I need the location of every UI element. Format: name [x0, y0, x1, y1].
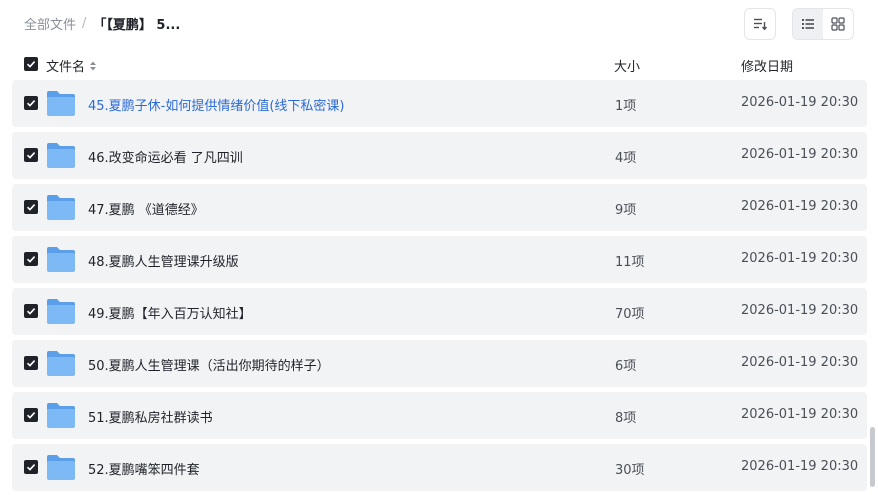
sort-button[interactable]	[744, 8, 776, 40]
row-checkbox[interactable]	[24, 252, 38, 266]
file-row[interactable]: 47.夏鹏 《道德经》 9项 2026-01-19 20:30	[12, 184, 867, 231]
folder-icon	[47, 351, 75, 376]
file-size: 8项	[615, 411, 637, 426]
file-modified-date: 2026-01-19 20:30	[741, 147, 859, 162]
sort-icon	[754, 18, 768, 31]
file-name[interactable]: 51.夏鹏私房社群读书	[88, 407, 213, 426]
file-name[interactable]: 46.改变命运必看 了凡四训	[88, 147, 243, 166]
list-view-button[interactable]	[793, 9, 823, 39]
file-modified-date: 2026-01-19 20:30	[741, 251, 859, 266]
checkmark-icon	[26, 61, 36, 68]
folder-icon	[47, 143, 75, 168]
row-checkbox[interactable]	[24, 356, 38, 370]
file-name[interactable]: 52.夏鹏嘴笨四件套	[88, 459, 200, 478]
file-row[interactable]: 45.夏鹏子休-如何提供情绪价值(线下私密课) 1项 2026-01-19 20:3…	[12, 80, 867, 127]
file-size: 11项	[615, 255, 645, 270]
column-header-name-label: 文件名	[46, 60, 86, 75]
file-name[interactable]: 47.夏鹏 《道德经》	[88, 199, 204, 218]
row-checkbox[interactable]	[24, 200, 38, 214]
grid-view-button[interactable]	[823, 9, 853, 39]
breadcrumb: 全部文件 / 「【夏鹏】 5...	[24, 14, 180, 33]
folder-icon	[47, 455, 75, 480]
row-checkbox[interactable]	[24, 96, 38, 110]
file-size: 30项	[615, 463, 645, 478]
file-modified-date: 2026-01-19 20:30	[741, 459, 859, 474]
file-row[interactable]: 46.改变命运必看 了凡四训 4项 2026-01-19 20:30	[12, 132, 867, 179]
file-size: 6项	[615, 359, 637, 374]
sort-arrows-icon	[89, 60, 97, 72]
top-bar: 全部文件 / 「【夏鹏】 5...	[0, 0, 878, 48]
column-header-date[interactable]: 修改日期	[741, 56, 793, 75]
table-header: 文件名 大小 修改日期	[0, 48, 878, 80]
folder-icon	[47, 403, 75, 428]
breadcrumb-root-link[interactable]: 全部文件	[24, 14, 76, 33]
file-size: 1项	[615, 99, 637, 114]
file-size: 70项	[615, 307, 645, 322]
folder-icon	[47, 247, 75, 272]
file-modified-date: 2026-01-19 20:30	[741, 95, 859, 110]
select-all-checkbox[interactable]	[24, 57, 38, 71]
checkmark-icon	[26, 464, 36, 471]
checkmark-icon	[26, 100, 36, 107]
row-checkbox[interactable]	[24, 148, 38, 162]
checkmark-icon	[26, 152, 36, 159]
folder-icon	[47, 91, 75, 116]
vertical-scrollbar[interactable]	[870, 427, 875, 487]
file-row[interactable]: 48.夏鹏人生管理课升级版 11项 2026-01-19 20:30	[12, 236, 867, 283]
row-checkbox[interactable]	[24, 304, 38, 318]
row-checkbox[interactable]	[24, 460, 38, 474]
file-size: 9项	[615, 203, 637, 218]
column-header-name[interactable]: 文件名	[46, 56, 97, 75]
list-view-icon	[802, 19, 814, 29]
checkmark-icon	[26, 204, 36, 211]
file-name[interactable]: 50.夏鹏人生管理课（活出你期待的样子）	[88, 355, 330, 374]
grid-view-icon	[831, 17, 845, 31]
view-toggle	[792, 8, 854, 40]
folder-icon	[47, 299, 75, 324]
file-modified-date: 2026-01-19 20:30	[741, 407, 859, 422]
checkmark-icon	[26, 412, 36, 419]
file-name[interactable]: 45.夏鹏子休-如何提供情绪价值(线下私密课)	[88, 95, 345, 114]
column-header-size[interactable]: 大小	[614, 56, 640, 75]
file-name[interactable]: 49.夏鹏【年入百万认知社】	[88, 303, 252, 322]
file-row[interactable]: 50.夏鹏人生管理课（活出你期待的样子） 6项 2026-01-19 20:30	[12, 340, 867, 387]
checkmark-icon	[26, 308, 36, 315]
file-row[interactable]: 52.夏鹏嘴笨四件套 30项 2026-01-19 20:30	[12, 444, 867, 491]
folder-icon	[47, 195, 75, 220]
file-row[interactable]: 49.夏鹏【年入百万认知社】 70项 2026-01-19 20:30	[12, 288, 867, 335]
breadcrumb-current-folder: 「【夏鹏】 5...	[93, 18, 181, 33]
file-name[interactable]: 48.夏鹏人生管理课升级版	[88, 251, 239, 270]
file-modified-date: 2026-01-19 20:30	[741, 303, 859, 318]
checkmark-icon	[26, 360, 36, 367]
file-modified-date: 2026-01-19 20:30	[741, 355, 859, 370]
file-modified-date: 2026-01-19 20:30	[741, 199, 859, 214]
breadcrumb-separator: /	[82, 16, 87, 31]
file-size: 4项	[615, 151, 637, 166]
checkmark-icon	[26, 256, 36, 263]
file-row[interactable]: 51.夏鹏私房社群读书 8项 2026-01-19 20:30	[12, 392, 867, 439]
row-checkbox[interactable]	[24, 408, 38, 422]
